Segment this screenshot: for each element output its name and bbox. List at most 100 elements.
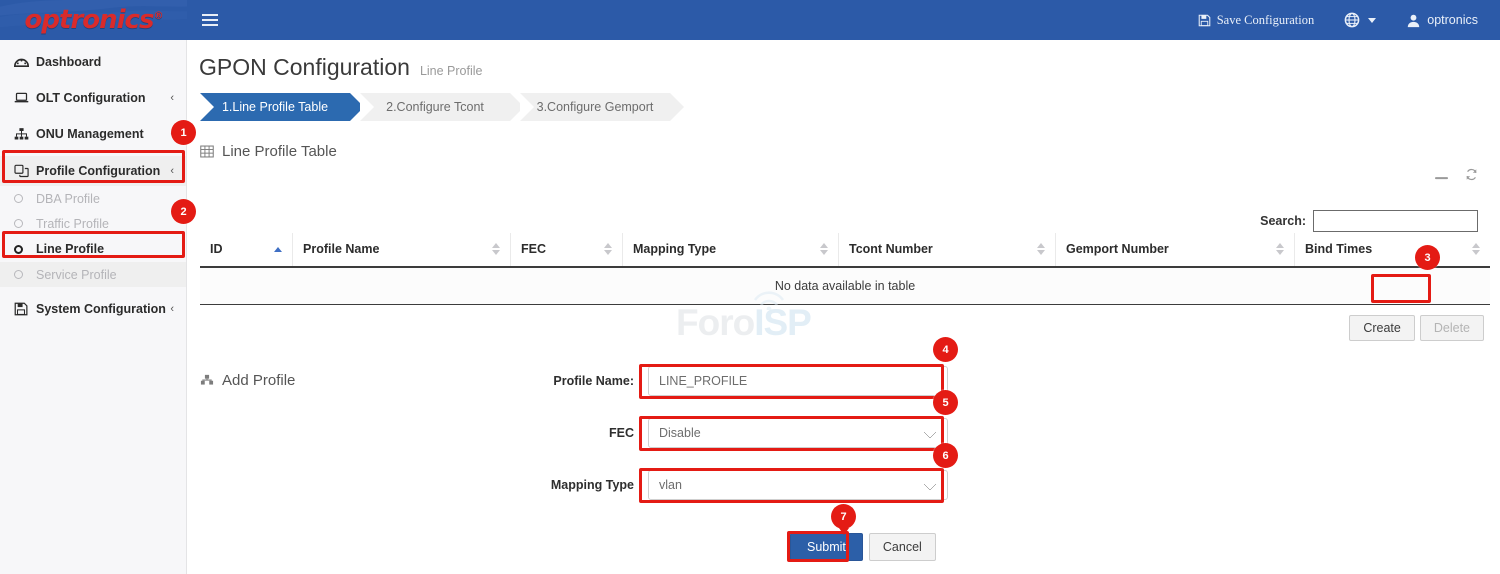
chevron-left-icon: ‹ bbox=[170, 165, 174, 177]
sort-indicator bbox=[1472, 243, 1480, 255]
sidebar-item-label: OLT Configuration bbox=[36, 91, 170, 105]
sidebar-item-label: ONU Management bbox=[36, 127, 170, 141]
profile-name-label: Profile Name: bbox=[200, 374, 648, 388]
sort-indicator bbox=[1037, 243, 1045, 255]
table-icon bbox=[200, 145, 214, 158]
table-column-mapping-type[interactable]: Mapping Type bbox=[622, 233, 838, 266]
fec-select[interactable]: Disable bbox=[648, 418, 948, 448]
sidebar-item-label: Dashboard bbox=[36, 55, 174, 69]
wizard-step-label: 3.Configure Gemport bbox=[537, 100, 654, 114]
refresh-icon[interactable] bbox=[1465, 168, 1478, 183]
search-input[interactable] bbox=[1313, 210, 1478, 232]
table-column-tcont-number[interactable]: Tcont Number bbox=[838, 233, 1055, 266]
sidebar-item-profile-configuration[interactable]: Profile Configuration ‹ bbox=[0, 156, 186, 186]
form-row-fec: FEC Disable bbox=[200, 418, 1490, 448]
table-action-buttons: Create Delete bbox=[1349, 315, 1484, 341]
sidebar-item-onu-management[interactable]: ONU Management ‹ bbox=[0, 120, 186, 148]
floppy-disk-icon bbox=[14, 302, 36, 316]
panel-title-label: Line Profile Table bbox=[222, 143, 337, 160]
floppy-disk-icon bbox=[1198, 14, 1211, 27]
clone-icon bbox=[14, 164, 36, 178]
table-column-id[interactable]: ID bbox=[200, 233, 292, 266]
table-column-gemport-number[interactable]: Gemport Number bbox=[1055, 233, 1294, 266]
sidebar-item-label: Traffic Profile bbox=[36, 217, 174, 231]
main-content: GPON Configuration Line Profile 1.Line P… bbox=[187, 40, 1500, 574]
panel-header: Line Profile Table bbox=[200, 143, 1500, 160]
form-row-mapping-type: Mapping Type vlan bbox=[200, 470, 1490, 500]
circle-icon bbox=[14, 270, 36, 279]
page-header: GPON Configuration Line Profile bbox=[187, 40, 1500, 81]
sidebar-item-dba-profile[interactable]: DBA Profile bbox=[0, 186, 186, 211]
brand-logo[interactable]: optronics® bbox=[0, 0, 187, 40]
wizard-step-label: 1.Line Profile Table bbox=[222, 100, 328, 114]
sort-indicator bbox=[1276, 243, 1284, 255]
topbar-right-group: Save Configuration optronics bbox=[1183, 0, 1500, 40]
panel-tools bbox=[1435, 168, 1478, 183]
wizard-step-2[interactable]: 2.Configure Tcont bbox=[360, 93, 510, 121]
mapping-type-label: Mapping Type bbox=[200, 478, 648, 492]
chevron-left-icon: ‹ bbox=[170, 92, 174, 104]
sidebar-item-system-configuration[interactable]: System Configuration ‹ bbox=[0, 295, 186, 323]
search-group: Search: bbox=[1260, 210, 1478, 232]
column-label: Bind Times bbox=[1305, 242, 1372, 256]
sidebar-item-label: Profile Configuration bbox=[36, 164, 170, 178]
circle-icon bbox=[14, 194, 36, 203]
chevron-left-icon: ‹ bbox=[170, 303, 174, 315]
sidebar-item-line-profile[interactable]: Line Profile bbox=[0, 236, 186, 262]
hamburger-icon[interactable] bbox=[187, 0, 233, 40]
minus-icon[interactable] bbox=[1435, 169, 1448, 182]
user-menu[interactable]: optronics bbox=[1391, 0, 1500, 40]
wifi-icon bbox=[752, 288, 786, 310]
app-root: optronics® Save Configuration bbox=[0, 0, 1500, 574]
registered-mark: ® bbox=[153, 10, 162, 21]
chevron-down-icon bbox=[1368, 18, 1376, 23]
create-button[interactable]: Create bbox=[1349, 315, 1415, 341]
column-label: FEC bbox=[521, 242, 546, 256]
column-label: Tcont Number bbox=[849, 242, 933, 256]
sidebar-item-traffic-profile[interactable]: Traffic Profile bbox=[0, 211, 186, 236]
form-row-profile-name: Profile Name: bbox=[200, 366, 1490, 396]
sidebar-item-service-profile[interactable]: Service Profile bbox=[0, 262, 186, 287]
table-column-fec[interactable]: FEC bbox=[510, 233, 622, 266]
sort-indicator bbox=[604, 243, 612, 255]
profile-name-input[interactable] bbox=[648, 366, 948, 396]
foroisp-watermark: ForoISP bbox=[676, 302, 811, 344]
cancel-button[interactable]: Cancel bbox=[869, 533, 936, 561]
sidebar-item-olt-configuration[interactable]: OLT Configuration ‹ bbox=[0, 84, 186, 112]
search-label: Search: bbox=[1260, 214, 1306, 228]
line-profile-table: ID Profile Name FEC Mapping Type Tcont N… bbox=[200, 233, 1490, 305]
save-configuration-button[interactable]: Save Configuration bbox=[1183, 0, 1330, 40]
fec-label: FEC bbox=[200, 426, 648, 440]
wizard-step-3[interactable]: 3.Configure Gemport bbox=[520, 93, 670, 121]
table-column-bind-times[interactable]: Bind Times bbox=[1294, 233, 1490, 266]
circle-icon bbox=[14, 219, 36, 228]
page-subtitle: Line Profile bbox=[420, 64, 483, 78]
table-header-row: ID Profile Name FEC Mapping Type Tcont N… bbox=[200, 233, 1490, 268]
submit-button[interactable]: Submit bbox=[790, 533, 863, 561]
sidebar-item-label: Line Profile bbox=[36, 242, 174, 256]
language-selector[interactable] bbox=[1329, 0, 1391, 40]
sort-indicator bbox=[820, 243, 828, 255]
user-name-label: optronics bbox=[1427, 13, 1478, 27]
delete-button: Delete bbox=[1420, 315, 1484, 341]
user-icon bbox=[1406, 13, 1421, 28]
sort-indicator bbox=[492, 243, 500, 255]
sidebar: Dashboard OLT Configuration ‹ bbox=[0, 40, 187, 574]
column-label: Profile Name bbox=[303, 242, 379, 256]
save-configuration-label: Save Configuration bbox=[1217, 13, 1315, 28]
sidebar-item-dashboard[interactable]: Dashboard bbox=[0, 48, 186, 76]
brand-name: optronics® bbox=[25, 5, 163, 35]
sitemap-icon bbox=[14, 127, 36, 141]
circle-icon bbox=[14, 245, 36, 254]
table-column-profile-name[interactable]: Profile Name bbox=[292, 233, 510, 266]
chevron-left-icon: ‹ bbox=[170, 128, 174, 140]
sidebar-item-label: Service Profile bbox=[36, 268, 174, 282]
sidebar-item-label: DBA Profile bbox=[36, 192, 174, 206]
page-title: GPON Configuration bbox=[199, 54, 410, 81]
column-label: ID bbox=[210, 242, 223, 256]
wizard-step-label: 2.Configure Tcont bbox=[386, 100, 484, 114]
sidebar-item-label: System Configuration bbox=[36, 302, 170, 316]
mapping-type-select[interactable]: vlan bbox=[648, 470, 948, 500]
column-label: Gemport Number bbox=[1066, 242, 1169, 256]
wizard-step-1[interactable]: 1.Line Profile Table bbox=[200, 93, 350, 121]
